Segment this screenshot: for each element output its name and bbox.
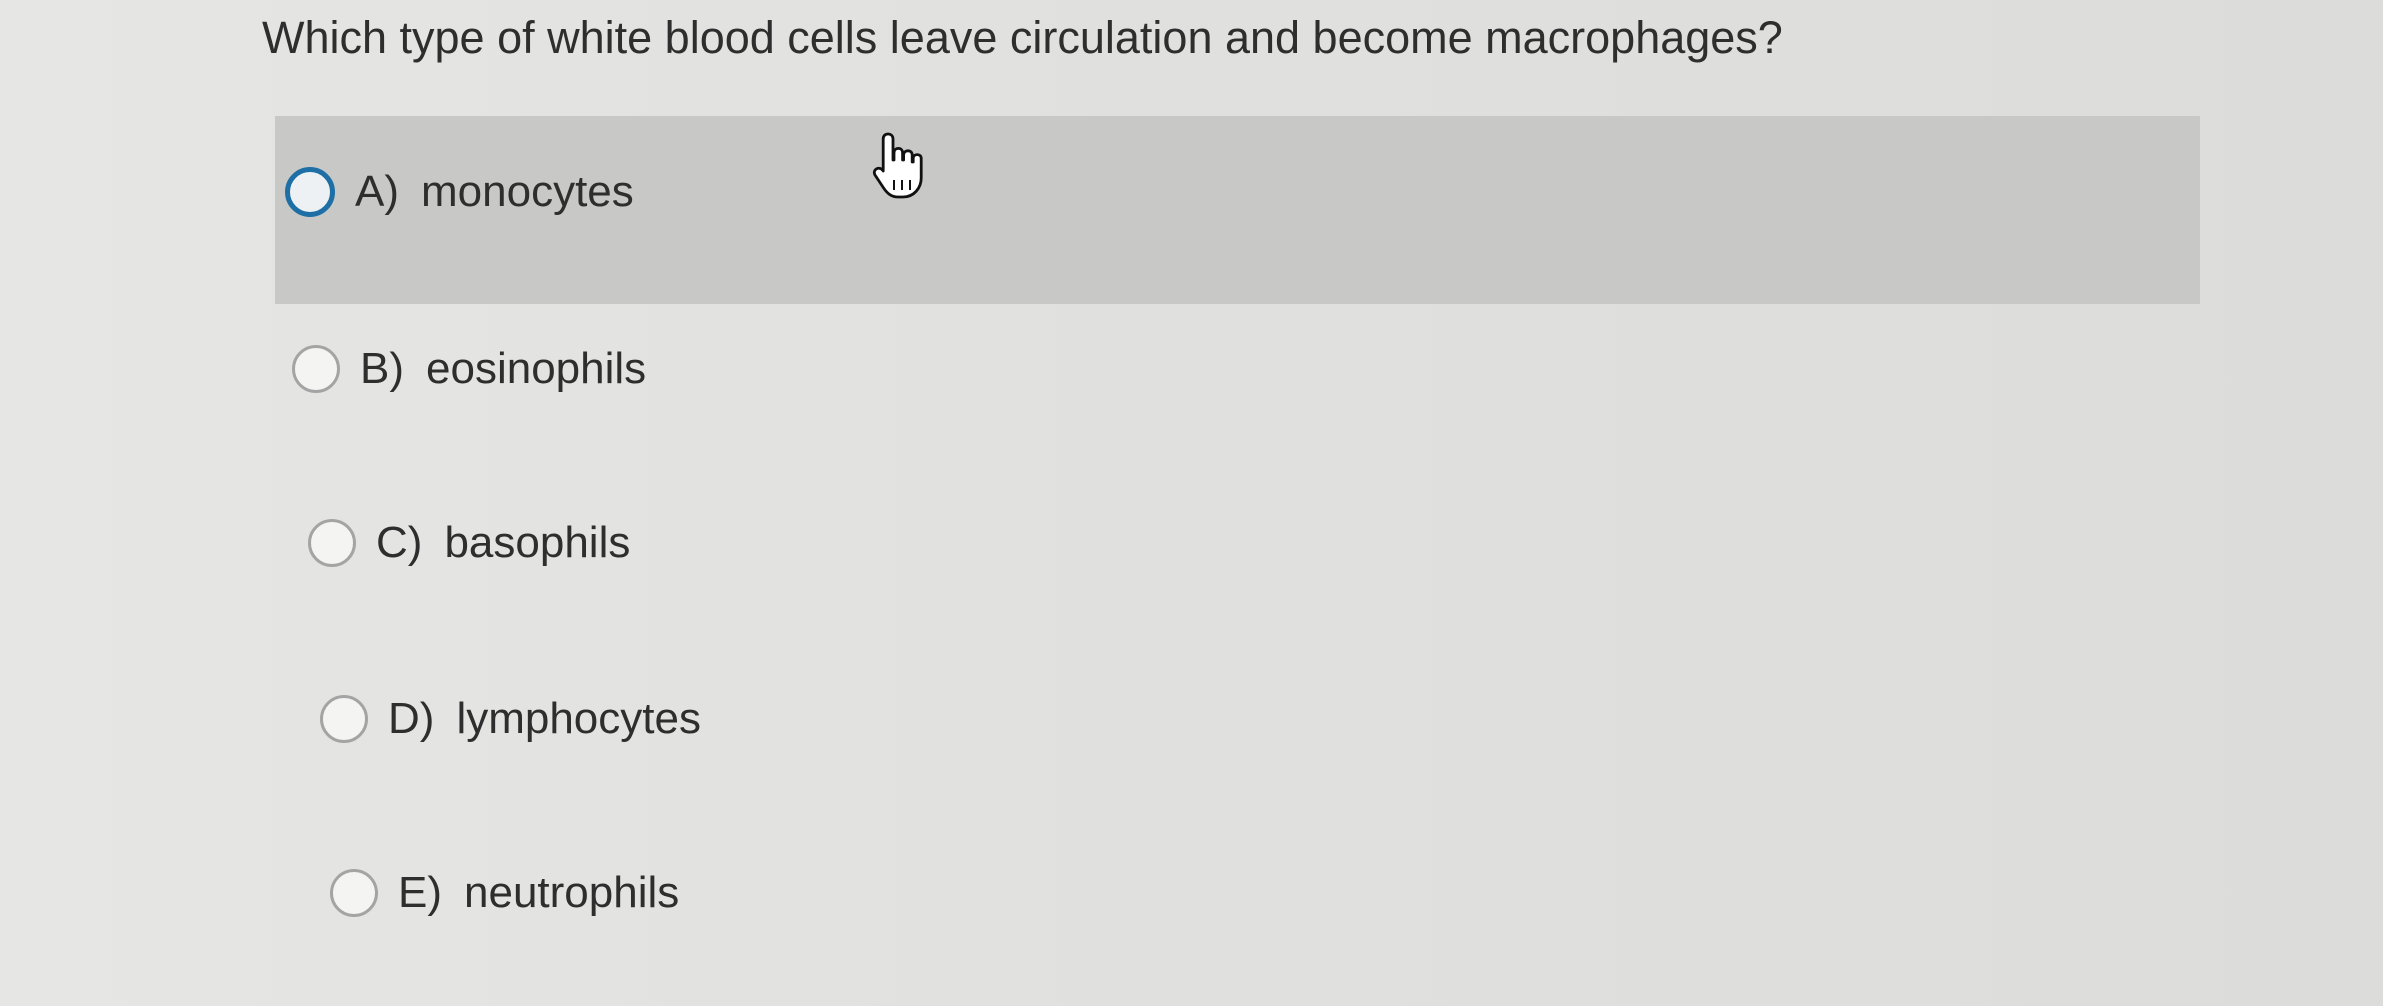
option-b[interactable]: B) eosinophils xyxy=(292,344,646,394)
radio-option-b[interactable] xyxy=(292,345,340,393)
option-d[interactable]: D) lymphocytes xyxy=(320,694,701,744)
answer-options: A) monocytes B) eosinophils C) basophils… xyxy=(0,0,2383,1006)
option-a-letter: A) xyxy=(355,167,399,216)
quiz-screen: Which type of white blood cells leave ci… xyxy=(0,0,2383,1006)
option-e-letter: E) xyxy=(398,868,442,917)
radio-option-e[interactable] xyxy=(330,869,378,917)
option-c-letter: C) xyxy=(376,518,423,567)
option-d-label: lymphocytes xyxy=(456,694,701,743)
option-b-letter: B) xyxy=(360,344,404,393)
option-c-label: basophils xyxy=(444,518,631,567)
radio-option-a[interactable] xyxy=(285,167,335,217)
option-a-label: monocytes xyxy=(421,167,634,216)
radio-option-d[interactable] xyxy=(320,695,368,743)
radio-option-c[interactable] xyxy=(308,519,356,567)
option-c[interactable]: C) basophils xyxy=(308,518,630,568)
option-b-label: eosinophils xyxy=(426,344,647,393)
option-d-letter: D) xyxy=(388,694,435,743)
option-e[interactable]: E) neutrophils xyxy=(330,868,679,918)
hand-pointer-icon xyxy=(872,132,923,199)
option-e-label: neutrophils xyxy=(464,868,680,917)
option-a[interactable]: A) monocytes xyxy=(275,116,2200,304)
